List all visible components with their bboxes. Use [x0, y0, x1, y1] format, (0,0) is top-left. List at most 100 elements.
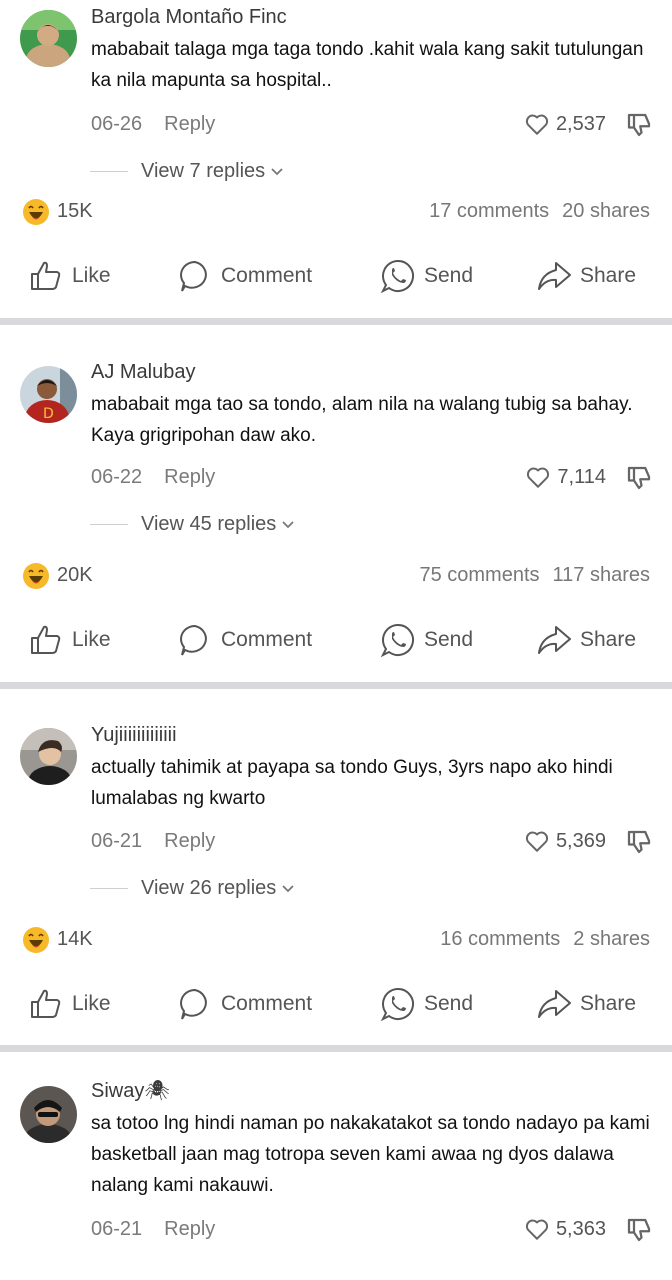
like-count[interactable]: 7,114	[525, 464, 606, 490]
share-arrow-icon	[538, 626, 571, 654]
thumbs-down-icon[interactable]	[624, 1215, 654, 1245]
speech-bubble-icon	[180, 624, 207, 656]
action-bar: Like Comment Send Share	[0, 258, 672, 298]
share-arrow-icon	[538, 262, 571, 290]
share-button[interactable]: Share	[536, 258, 636, 294]
comment-text: actually tahimik at payapa sa tondo Guys…	[91, 757, 613, 809]
comment-button[interactable]: Comment	[177, 986, 312, 1022]
laughing-emoji-icon[interactable]	[22, 198, 50, 226]
comment-label: Comment	[221, 264, 313, 287]
heart-outline-icon	[525, 114, 548, 135]
comment-meta: 06-21 Reply	[91, 830, 215, 853]
like-count[interactable]: 5,363	[524, 1216, 606, 1242]
reaction-count[interactable]: 20K	[57, 564, 93, 587]
share-arrow-icon	[538, 990, 571, 1018]
avatar[interactable]	[20, 10, 77, 67]
shares-count[interactable]: 20 shares	[562, 200, 650, 222]
send-button[interactable]: Send	[380, 258, 473, 294]
reaction-count[interactable]: 14K	[57, 928, 93, 951]
thumbs-down-icon[interactable]	[624, 463, 654, 493]
whatsapp-icon	[380, 259, 414, 294]
post-counts: 17 comments 20 shares	[429, 200, 650, 223]
like-button[interactable]: Like	[28, 258, 111, 294]
reply-button[interactable]: Reply	[164, 466, 215, 488]
post-counts: 16 comments 2 shares	[440, 928, 650, 951]
chevron-down-icon	[282, 520, 294, 528]
comments-count[interactable]: 17 comments	[429, 200, 549, 222]
divider	[90, 888, 128, 889]
shares-count[interactable]: 2 shares	[573, 928, 650, 950]
section-divider	[0, 1045, 672, 1052]
view-replies-link[interactable]: View 7 replies	[90, 160, 284, 183]
send-label: Send	[424, 992, 474, 1015]
like-count[interactable]: 2,537	[524, 111, 606, 137]
comment-date: 06-21	[91, 830, 143, 852]
view-replies-link[interactable]: View 45 replies	[90, 513, 295, 536]
comment-date: 06-22	[91, 466, 143, 488]
like-label: Like	[72, 992, 111, 1015]
heart-outline-icon	[527, 467, 550, 488]
share-label: Share	[580, 264, 637, 287]
comment-text: mababait mga tao sa tondo, alam nila na …	[91, 394, 633, 446]
chevron-down-icon	[271, 167, 283, 175]
like-count-label: 2,537	[555, 112, 606, 135]
comment-meta: 06-21 Reply	[91, 1218, 215, 1241]
divider	[90, 171, 128, 172]
comments-count[interactable]: 75 comments	[419, 564, 539, 586]
like-count-label: 5,363	[555, 1217, 606, 1240]
speech-bubble-icon	[180, 260, 207, 292]
reply-button[interactable]: Reply	[164, 1218, 215, 1240]
laughing-emoji-icon[interactable]	[22, 926, 50, 954]
reply-button[interactable]: Reply	[164, 113, 215, 135]
send-button[interactable]: Send	[380, 986, 473, 1022]
like-button[interactable]: Like	[28, 622, 111, 658]
action-bar: Like Comment Send Share	[0, 622, 672, 662]
avatar[interactable]	[20, 1086, 77, 1143]
avatar[interactable]	[20, 728, 77, 785]
view-replies-link[interactable]: View 26 replies	[90, 877, 295, 900]
section-divider	[0, 682, 672, 689]
heart-outline-icon	[525, 831, 548, 852]
comment-text: sa totoo lng hindi naman po nakakatakot …	[91, 1113, 650, 1196]
post-stats: 15K 17 comments 20 shares	[0, 198, 672, 228]
like-label: Like	[72, 264, 111, 287]
share-button[interactable]: Share	[536, 622, 636, 658]
post-stats: 14K 16 comments 2 shares	[0, 926, 672, 956]
like-count-label: 7,114	[557, 465, 606, 488]
send-label: Send	[424, 264, 474, 287]
share-button[interactable]: Share	[536, 986, 636, 1022]
action-bar: Like Comment Send Share	[0, 986, 672, 1026]
thumbs-down-icon[interactable]	[624, 110, 654, 140]
avatar[interactable]: D	[20, 366, 77, 423]
comments-count[interactable]: 16 comments	[440, 928, 560, 950]
laughing-emoji-icon[interactable]	[22, 562, 50, 590]
comment-label: Comment	[221, 628, 313, 651]
comment-author[interactable]: AJ Malubay	[91, 361, 196, 384]
comment-meta: 06-26 Reply	[91, 113, 215, 136]
comment-button[interactable]: Comment	[177, 258, 312, 294]
comment-author[interactable]: Bargola Montaño Finc	[91, 6, 287, 29]
reaction-count[interactable]: 15K	[57, 200, 93, 223]
svg-text:D: D	[43, 406, 54, 422]
comment-author[interactable]: Siway🕷	[91, 1078, 170, 1103]
speech-bubble-icon	[180, 988, 207, 1020]
comment-text: mababait talaga mga taga tondo .kahit wa…	[91, 39, 644, 91]
share-label: Share	[580, 628, 637, 651]
thumbs-up-icon	[31, 625, 61, 654]
comment-meta: 06-22 Reply	[91, 466, 215, 489]
chevron-down-icon	[282, 884, 294, 892]
shares-count[interactable]: 117 shares	[553, 564, 650, 586]
thumbs-up-icon	[31, 261, 61, 290]
send-button[interactable]: Send	[380, 622, 473, 658]
like-count[interactable]: 5,369	[524, 828, 606, 854]
whatsapp-icon	[380, 623, 414, 658]
comment-author[interactable]: Yujiiiiiiiiiiiii	[91, 724, 177, 747]
comment-button[interactable]: Comment	[177, 622, 312, 658]
like-button[interactable]: Like	[28, 986, 111, 1022]
divider	[90, 524, 128, 525]
thumbs-down-icon[interactable]	[624, 827, 654, 857]
reply-button[interactable]: Reply	[164, 830, 215, 852]
comment-label: Comment	[221, 992, 313, 1015]
send-label: Send	[424, 628, 474, 651]
share-label: Share	[580, 992, 637, 1015]
